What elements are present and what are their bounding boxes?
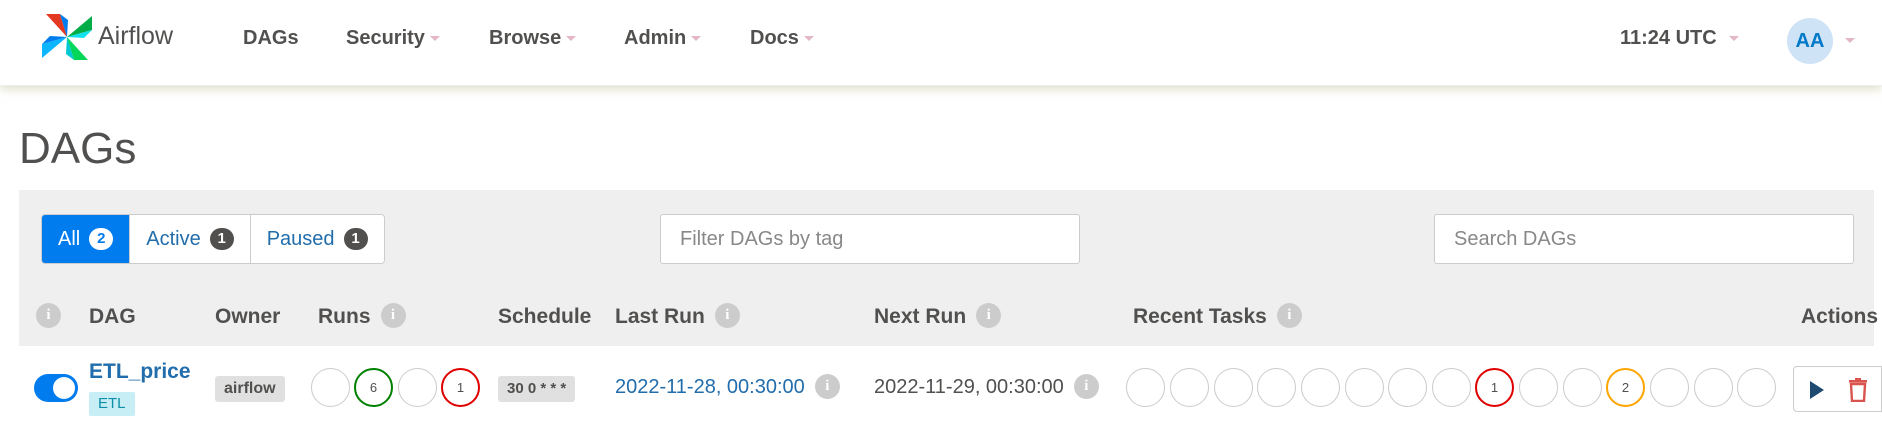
nav-dags[interactable]: DAGs	[243, 27, 299, 50]
chevron-down-icon	[566, 36, 577, 42]
search-input[interactable]	[1434, 214, 1854, 264]
timezone-clock[interactable]: 11:24 UTC	[1620, 27, 1739, 50]
chevron-down-icon[interactable]	[1845, 38, 1855, 43]
filter-paused-button[interactable]: Paused 1	[250, 215, 384, 263]
header-schedule[interactable]: Schedule	[498, 305, 591, 329]
filter-active-count: 1	[209, 228, 234, 250]
task-state-circle[interactable]	[1737, 368, 1776, 407]
header-last-run: Last Run i	[615, 303, 740, 329]
nav-browse[interactable]: Browse	[489, 27, 577, 50]
owner-badge[interactable]: airflow	[215, 376, 285, 402]
task-state-circle[interactable]	[1388, 368, 1427, 407]
filter-active-button[interactable]: Active 1	[130, 215, 251, 263]
filter-all-button[interactable]: All 2	[42, 215, 131, 263]
run-state-circle[interactable]	[311, 368, 350, 407]
info-icon[interactable]: i	[1276, 303, 1302, 329]
nav-security[interactable]: Security	[346, 27, 440, 50]
dag-tag[interactable]: ETL	[89, 392, 135, 416]
dag-link[interactable]: ETL_price	[89, 360, 191, 384]
chevron-down-icon	[691, 36, 702, 42]
delete-dag-button[interactable]	[1836, 366, 1882, 412]
nav-admin-label: Admin	[624, 27, 687, 49]
status-filter-group: All 2 Active 1 Paused 1	[41, 214, 385, 264]
play-icon	[1810, 381, 1824, 399]
run-state-circle[interactable]: 6	[354, 368, 393, 407]
dag-pause-toggle[interactable]	[34, 374, 78, 402]
task-state-circle[interactable]	[1650, 368, 1689, 407]
filter-all-label: All	[58, 227, 81, 250]
task-state-circle[interactable]: 1	[1475, 368, 1514, 407]
task-state-circle[interactable]	[1170, 368, 1209, 407]
task-state-circle[interactable]	[1301, 368, 1340, 407]
run-state-circle[interactable]	[398, 368, 437, 407]
next-run-cell: 2022-11-29, 00:30:00 i	[874, 373, 1099, 399]
brand-name[interactable]: Airflow	[98, 22, 173, 51]
last-run-link[interactable]: 2022-11-28, 00:30:00	[615, 376, 805, 398]
info-icon[interactable]: i	[1073, 373, 1099, 399]
nav-security-label: Security	[346, 27, 425, 49]
filter-all-count: 2	[89, 228, 114, 250]
nav-admin[interactable]: Admin	[624, 27, 702, 50]
chevron-down-icon	[1728, 36, 1739, 42]
task-state-circle[interactable]: 2	[1606, 368, 1645, 407]
header-runs-label: Runs	[318, 305, 371, 328]
nav-docs-label: Docs	[750, 27, 799, 49]
airflow-logo-icon[interactable]	[38, 10, 96, 64]
info-icon[interactable]: i	[814, 373, 840, 399]
header-recent-tasks-label: Recent Tasks	[1133, 305, 1267, 328]
task-state-circle[interactable]	[1345, 368, 1384, 407]
task-state-circle[interactable]	[1563, 368, 1602, 407]
user-avatar[interactable]: AA	[1787, 18, 1833, 64]
filter-active-label: Active	[146, 227, 201, 250]
info-icon[interactable]: i	[380, 303, 406, 329]
header-next-run-label: Next Run	[874, 305, 967, 328]
clock-label: 11:24 UTC	[1620, 27, 1717, 49]
info-icon[interactable]: i	[976, 303, 1002, 329]
page-title: DAGs	[19, 124, 137, 173]
navbar: Airflow DAGs Security Browse Admin Docs …	[0, 0, 1882, 86]
next-run-value: 2022-11-29, 00:30:00	[874, 376, 1064, 398]
task-state-circle[interactable]	[1519, 368, 1558, 407]
info-icon: i	[36, 303, 61, 329]
task-state-circle[interactable]	[1694, 368, 1733, 407]
filter-paused-label: Paused	[266, 227, 335, 250]
task-state-circle[interactable]	[1432, 368, 1471, 407]
trigger-dag-button[interactable]	[1793, 366, 1837, 412]
chevron-down-icon	[803, 36, 814, 42]
header-recent-tasks: Recent Tasks i	[1133, 303, 1302, 329]
schedule-badge[interactable]: 30 0 * * *	[498, 376, 576, 402]
nav-browse-label: Browse	[489, 27, 562, 49]
chevron-down-icon	[429, 36, 440, 42]
header-owner[interactable]: Owner	[215, 305, 280, 329]
nav-docs[interactable]: Docs	[750, 27, 814, 50]
select-all-info[interactable]: i	[36, 303, 61, 329]
header-runs: Runs i	[318, 303, 406, 329]
trash-icon	[1849, 378, 1867, 402]
header-dag[interactable]: DAG	[89, 305, 136, 329]
info-icon[interactable]: i	[714, 303, 740, 329]
filter-paused-count: 1	[343, 228, 368, 250]
task-state-circle[interactable]	[1214, 368, 1253, 407]
task-state-circle[interactable]	[1257, 368, 1296, 407]
task-state-circle[interactable]	[1126, 368, 1165, 407]
last-run-cell: 2022-11-28, 00:30:00 i	[615, 373, 840, 399]
toggle-knob	[53, 377, 75, 399]
run-state-circle[interactable]: 1	[441, 368, 480, 407]
header-next-run: Next Run i	[874, 303, 1002, 329]
header-last-run-label: Last Run	[615, 305, 705, 328]
header-actions: Actions	[1801, 305, 1879, 328]
tag-filter-input[interactable]	[660, 214, 1080, 264]
